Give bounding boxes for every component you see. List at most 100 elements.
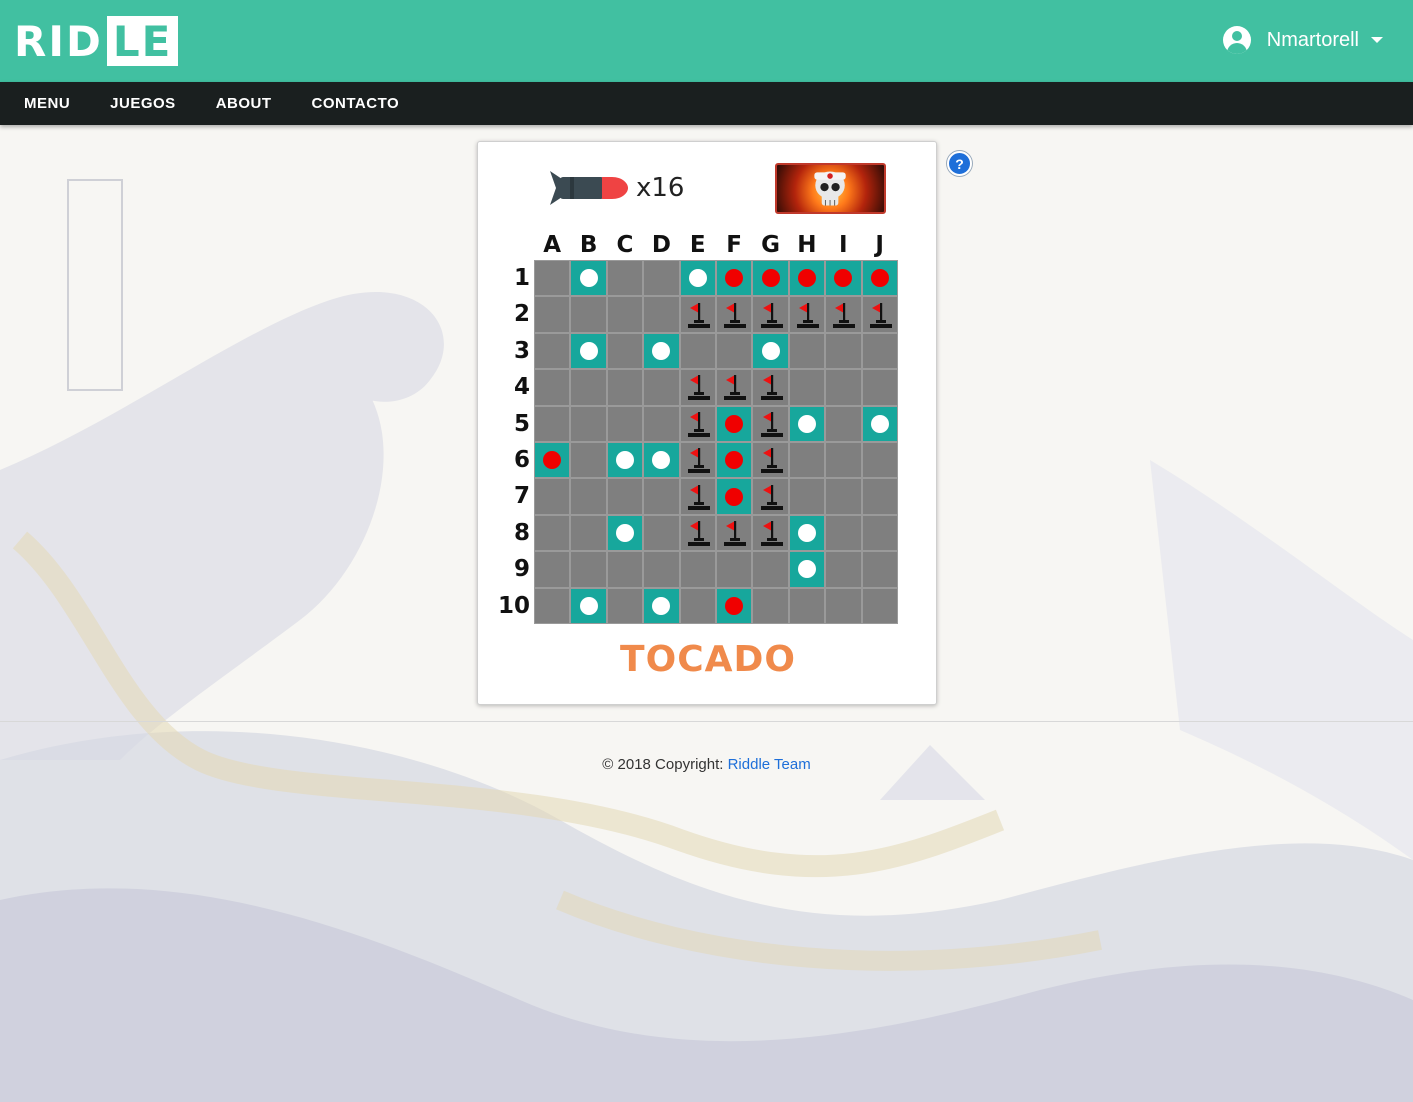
cell-h6[interactable]: [788, 441, 826, 479]
cell-b6[interactable]: [570, 441, 607, 479]
cell-c4[interactable]: [606, 369, 644, 406]
cell-b5[interactable]: [570, 405, 607, 442]
cell-h10[interactable]: [788, 587, 826, 624]
cell-f1[interactable]: [715, 260, 753, 297]
cell-f9[interactable]: [715, 551, 753, 588]
cell-d1[interactable]: [643, 260, 680, 297]
cell-i2[interactable]: [825, 296, 862, 333]
cell-e1[interactable]: [679, 260, 716, 297]
cell-i4[interactable]: [825, 369, 862, 406]
cell-a8[interactable]: [534, 514, 571, 552]
cell-b7[interactable]: [570, 478, 607, 515]
cell-f4[interactable]: [715, 369, 753, 406]
cell-d6[interactable]: [643, 441, 680, 479]
cell-j1[interactable]: [861, 260, 898, 297]
cell-g4[interactable]: [752, 369, 789, 406]
nav-contacto[interactable]: CONTACTO: [312, 95, 400, 112]
cell-e9[interactable]: [679, 551, 716, 588]
cell-i7[interactable]: [825, 478, 862, 515]
cell-d4[interactable]: [643, 369, 680, 406]
help-button[interactable]: ?: [947, 151, 972, 176]
nav-about[interactable]: ABOUT: [216, 95, 272, 112]
cell-c5[interactable]: [606, 405, 644, 442]
cell-a9[interactable]: [534, 551, 571, 588]
cell-b4[interactable]: [570, 369, 607, 406]
cell-f5[interactable]: [715, 405, 753, 442]
cell-d5[interactable]: [643, 405, 680, 442]
cell-e4[interactable]: [679, 369, 716, 406]
cell-h4[interactable]: [788, 369, 826, 406]
cell-c10[interactable]: [606, 587, 644, 624]
cell-c6[interactable]: [606, 441, 644, 479]
cell-g1[interactable]: [752, 260, 789, 297]
cell-g2[interactable]: [752, 296, 789, 333]
cell-f8[interactable]: [715, 514, 753, 552]
cell-d2[interactable]: [643, 296, 680, 333]
cell-a6[interactable]: [534, 441, 571, 479]
cell-j3[interactable]: [861, 332, 898, 370]
cell-a5[interactable]: [534, 405, 571, 442]
cell-e3[interactable]: [679, 332, 716, 370]
cell-a3[interactable]: [534, 332, 571, 370]
cell-b3[interactable]: [570, 332, 607, 370]
cell-g3[interactable]: [752, 332, 789, 370]
riddle-logo[interactable]: RID LE: [14, 16, 179, 66]
cell-a7[interactable]: [534, 478, 571, 515]
user-dropdown[interactable]: Nmartorell: [1222, 26, 1383, 54]
cell-e10[interactable]: [679, 587, 716, 624]
cell-j10[interactable]: [861, 587, 898, 624]
cell-i3[interactable]: [825, 332, 862, 370]
cell-d3[interactable]: [643, 332, 680, 370]
cell-h5[interactable]: [788, 405, 826, 442]
cell-e8[interactable]: [679, 514, 716, 552]
cell-f3[interactable]: [715, 332, 753, 370]
cell-d10[interactable]: [643, 587, 680, 624]
cell-j5[interactable]: [861, 405, 898, 442]
cell-e7[interactable]: [679, 478, 716, 515]
cell-i6[interactable]: [825, 441, 862, 479]
cell-e2[interactable]: [679, 296, 716, 333]
nav-juegos[interactable]: JUEGOS: [110, 95, 176, 112]
cell-e5[interactable]: [679, 405, 716, 442]
cell-d7[interactable]: [643, 478, 680, 515]
cell-d9[interactable]: [643, 551, 680, 588]
cell-b9[interactable]: [570, 551, 607, 588]
cell-d8[interactable]: [643, 514, 680, 552]
cell-j9[interactable]: [861, 551, 898, 588]
cell-g6[interactable]: [752, 441, 789, 479]
cell-a2[interactable]: [534, 296, 571, 333]
cell-g10[interactable]: [752, 587, 789, 624]
cell-h8[interactable]: [788, 514, 826, 552]
cell-g9[interactable]: [752, 551, 789, 588]
riddle-team-link[interactable]: Riddle Team: [728, 756, 811, 773]
cell-j4[interactable]: [861, 369, 898, 406]
cell-i9[interactable]: [825, 551, 862, 588]
cell-j7[interactable]: [861, 478, 898, 515]
cell-c9[interactable]: [606, 551, 644, 588]
cell-g5[interactable]: [752, 405, 789, 442]
cell-b8[interactable]: [570, 514, 607, 552]
cell-b1[interactable]: [570, 260, 607, 297]
cell-j6[interactable]: [861, 441, 898, 479]
nav-menu[interactable]: MENU: [24, 95, 70, 112]
cell-a4[interactable]: [534, 369, 571, 406]
cell-j8[interactable]: [861, 514, 898, 552]
cell-c3[interactable]: [606, 332, 644, 370]
cell-c2[interactable]: [606, 296, 644, 333]
cell-f7[interactable]: [715, 478, 753, 515]
cell-g7[interactable]: [752, 478, 789, 515]
cell-c1[interactable]: [606, 260, 644, 297]
cell-g8[interactable]: [752, 514, 789, 552]
cell-c7[interactable]: [606, 478, 644, 515]
cell-c8[interactable]: [606, 514, 644, 552]
cell-f6[interactable]: [715, 441, 753, 479]
cell-a1[interactable]: [534, 260, 571, 297]
cell-i1[interactable]: [825, 260, 862, 297]
cell-j2[interactable]: [861, 296, 898, 333]
cell-h7[interactable]: [788, 478, 826, 515]
cell-a10[interactable]: [534, 587, 571, 624]
cell-h9[interactable]: [788, 551, 826, 588]
cell-f10[interactable]: [715, 587, 753, 624]
cell-h2[interactable]: [788, 296, 826, 333]
cell-b10[interactable]: [570, 587, 607, 624]
